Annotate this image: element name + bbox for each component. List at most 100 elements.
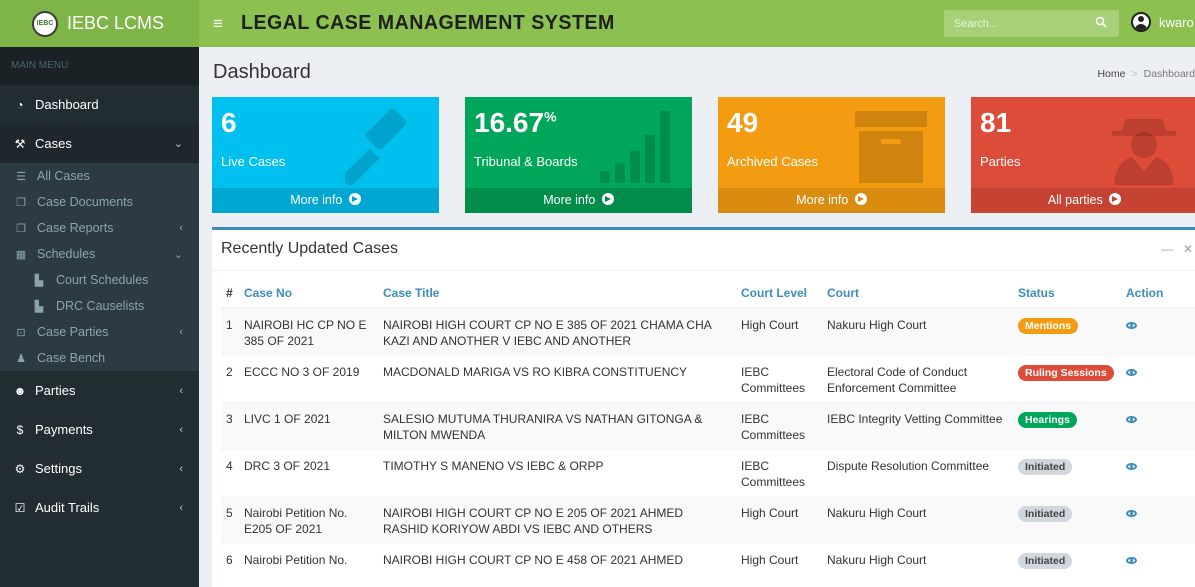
more-info-link[interactable]: More info <box>465 188 692 213</box>
collapse-icon[interactable]: — <box>1161 242 1173 256</box>
sidebar-item-case-bench[interactable]: ♟ Case Bench <box>0 345 199 371</box>
sidebar-label: Audit Trails <box>35 500 100 515</box>
sidebar-label: Dashboard <box>35 97 99 112</box>
sidebar-item-all-cases[interactable]: ☰ All Cases <box>0 163 199 189</box>
column-header[interactable]: Court Level <box>736 278 822 309</box>
column-header[interactable]: Court <box>822 278 1013 309</box>
sidebar-label: Case Reports <box>37 221 114 235</box>
sidebar-item-dashboard[interactable]: ◔ Dashboard <box>0 85 199 124</box>
search-input[interactable]: Search... <box>944 10 1119 37</box>
sidebar-item-cases[interactable]: ⚒ Cases ⌄ <box>0 124 199 163</box>
stat-label: Archived Cases <box>727 154 819 169</box>
court-level: IEBC Committees <box>736 449 822 497</box>
court-level: IEBC Committees <box>736 355 822 403</box>
court-level: High Court <box>736 543 822 575</box>
stat-value: 49 <box>727 107 759 138</box>
gavel-icon: ⚒ <box>14 136 26 151</box>
stat-value: 6 <box>221 107 237 138</box>
table-row: 4 DRC 3 OF 2021 TIMOTHY S MANENO VS IEBC &… <box>221 449 1195 497</box>
chevron-left-icon: ‹ <box>179 501 183 514</box>
list-icon: ☰ <box>16 170 26 183</box>
divider <box>212 270 1195 271</box>
sidebar-label: All Cases <box>37 169 90 183</box>
sidebar-label: Schedules <box>37 247 96 261</box>
iebc-logo-icon: IEBC <box>32 10 58 37</box>
sidebar-item-parties[interactable]: ☻ Parties ‹ <box>0 371 199 410</box>
action-cell <box>1121 355 1195 403</box>
copy-icon: ❐ <box>16 222 26 235</box>
calendar-icon: ▦ <box>15 248 27 261</box>
table-row: 1 NAIROBI HC CP NO E 385 OF 2021 NAIROBI H… <box>221 307 1195 356</box>
user-menu[interactable]: kwaro <box>1131 12 1194 32</box>
court-level: IEBC Committees <box>736 402 822 450</box>
sidebar-item-case-documents[interactable]: ❐ Case Documents <box>0 189 199 215</box>
chevron-left-icon: ‹ <box>179 384 183 397</box>
user-avatar-icon <box>1131 12 1151 32</box>
recent-cases-panel: Recently Updated Cases — ✕ # Case No Case… <box>212 227 1195 587</box>
all-parties-link[interactable]: All parties <box>971 188 1195 213</box>
close-icon[interactable]: ✕ <box>1183 242 1193 256</box>
eye-icon[interactable] <box>1126 369 1137 376</box>
more-info-link[interactable]: More info <box>212 188 439 213</box>
status-cell: Initiated <box>1013 543 1121 575</box>
status-badge: Initiated <box>1018 553 1073 569</box>
bar-chart-icon <box>600 111 670 183</box>
parties-icon: ☻ <box>13 383 27 398</box>
group-icon: ⊡ <box>16 326 26 339</box>
action-cell <box>1121 449 1195 497</box>
court: Electoral Code of Conduct Enforcement Co… <box>822 355 1013 403</box>
eye-icon[interactable] <box>1126 416 1137 423</box>
breadcrumb-home[interactable]: Home <box>1097 68 1125 80</box>
sidebar-item-case-reports[interactable]: ❐ Case Reports ‹ <box>0 215 199 241</box>
status-badge: Initiated <box>1018 459 1073 475</box>
sidebar-label: Payments <box>35 422 93 437</box>
action-cell <box>1121 402 1195 450</box>
court-level: High Court <box>736 496 822 544</box>
eye-icon[interactable] <box>1126 463 1137 470</box>
row-number: 6 <box>221 543 239 575</box>
column-header[interactable]: Case No <box>239 278 378 309</box>
more-info-link[interactable]: More info <box>718 188 945 213</box>
app-name: IEBC LCMS <box>67 13 165 33</box>
stat-boxes: 6 Live Cases More info 16.67% Tribunal &… <box>212 97 1195 213</box>
breadcrumb: Home > Dashboard <box>1097 68 1195 80</box>
chevron-down-icon: ⌄ <box>173 248 183 261</box>
eye-icon[interactable] <box>1126 322 1137 329</box>
status-badge: Ruling Sessions <box>1018 365 1114 381</box>
column-header[interactable]: Case Title <box>378 278 736 309</box>
status-badge: Initiated <box>1018 506 1073 522</box>
sidebar-item-audit-trails[interactable]: ☑ Audit Trails ‹ <box>0 488 199 527</box>
chevron-left-icon: ‹ <box>179 326 183 338</box>
column-header[interactable]: Status <box>1013 278 1121 309</box>
status-badge: Hearings <box>1018 412 1077 428</box>
court: Nakuru High Court <box>822 496 1013 544</box>
sidebar-item-case-parties[interactable]: ⊡ Case Parties ‹ <box>0 319 199 345</box>
action-cell <box>1121 543 1195 575</box>
brand-logo-link[interactable]: IEBC IEBC LCMS <box>0 0 199 47</box>
stat-value: 16.67% <box>474 107 557 138</box>
file-icon: ▙ <box>34 274 44 287</box>
table-row: 5 Nairobi Petition No. E205 OF 2021 NAIROB… <box>221 496 1195 544</box>
sidebar-item-drc-causelists[interactable]: ▙ DRC Causelists <box>0 293 199 319</box>
search-icon[interactable] <box>1095 16 1107 28</box>
sidebar-item-court-schedules[interactable]: ▙ Court Schedules <box>0 267 199 293</box>
table-row: 6 Nairobi Petition No. NAIROBI HIGH COURT … <box>221 543 1195 575</box>
sidebar-label: DRC Causelists <box>56 299 145 313</box>
arrow-circle-right-icon <box>1109 193 1122 205</box>
dollar-icon: $ <box>16 422 24 437</box>
court: Nakuru High Court <box>822 543 1013 575</box>
bench-icon: ♟ <box>16 352 26 365</box>
row-number: 5 <box>221 496 239 544</box>
sidebar-item-payments[interactable]: $ Payments ‹ <box>0 410 199 449</box>
eye-icon[interactable] <box>1126 510 1137 517</box>
case-no: ECCC NO 3 OF 2019 <box>239 355 378 403</box>
sidebar-item-settings[interactable]: ⚙ Settings ‹ <box>0 449 199 488</box>
table-row: 2 ECCC NO 3 OF 2019 MACDONALD MARIGA VS RO… <box>221 355 1195 403</box>
recent-cases-table: # Case No Case Title Court Level Court S… <box>221 278 1195 575</box>
eye-icon[interactable] <box>1126 557 1137 564</box>
hamburger-icon[interactable]: ≡ <box>213 14 227 34</box>
sidebar-item-schedules[interactable]: ▦ Schedules ⌄ <box>0 241 199 267</box>
court-level: High Court <box>736 307 822 356</box>
user-secret-icon <box>1112 119 1176 185</box>
sidebar-label: Cases <box>35 136 72 151</box>
